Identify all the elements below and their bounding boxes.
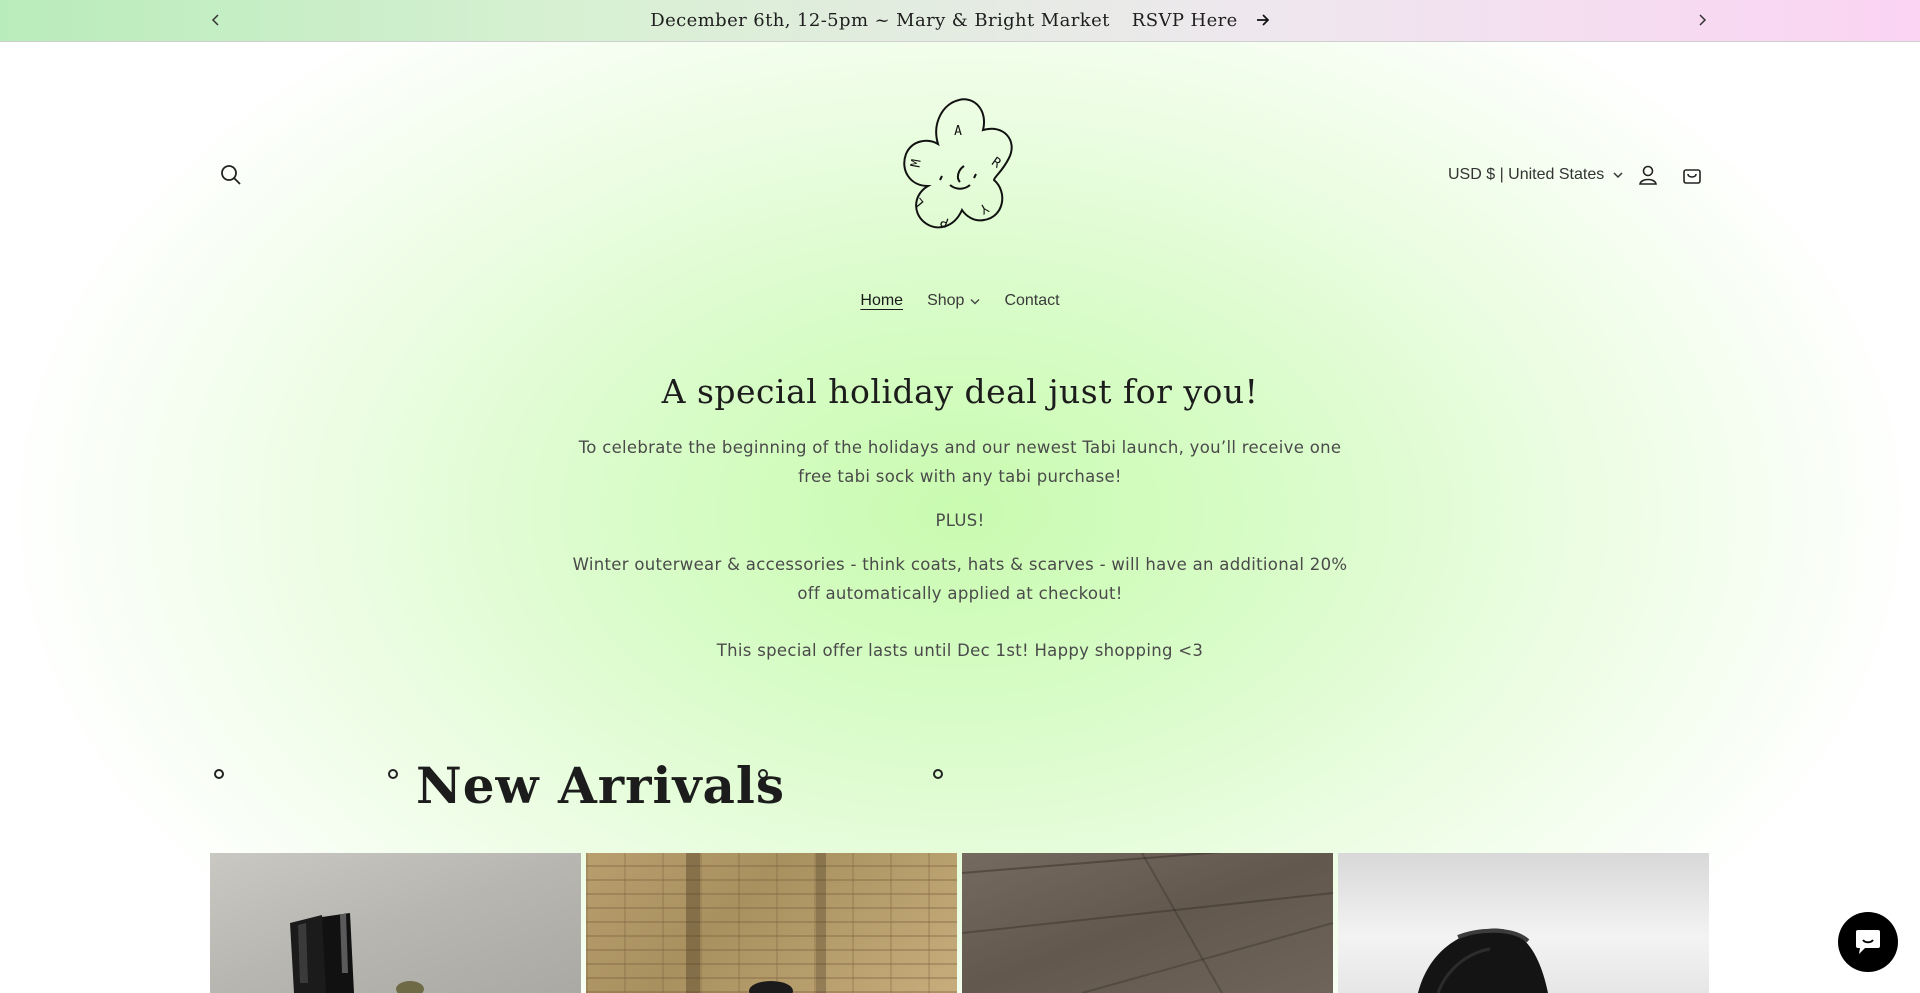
product-image-boots xyxy=(290,913,424,993)
chevron-down-icon xyxy=(970,292,980,310)
announcement-text: December 6th, 12-5pm ~ Mary & Bright Mar… xyxy=(650,10,1110,31)
product-card[interactable] xyxy=(962,853,1333,993)
site-logo[interactable]: A R Y P L M xyxy=(866,82,1052,268)
logo-letter-a: A xyxy=(954,124,962,139)
nav-item-contact[interactable]: Contact xyxy=(1004,292,1059,310)
arrow-right-icon xyxy=(1256,10,1270,31)
nav-shop-label: Shop xyxy=(927,292,965,309)
product-image-loafers xyxy=(1418,928,1548,993)
nav-item-home[interactable]: Home xyxy=(860,292,903,310)
promo-paragraph: To celebrate the beginning of the holida… xyxy=(578,438,1342,486)
site-header: A R Y P L M USD $ | United States Home S… xyxy=(0,42,1920,342)
logo-letter-p: P xyxy=(938,213,951,230)
product-image-brick xyxy=(686,853,826,993)
chat-bubble-icon[interactable] xyxy=(1838,912,1898,972)
cart-icon[interactable] xyxy=(1675,158,1709,192)
promo-offer-note: This special offer lasts until Dec 1st! … xyxy=(716,641,1204,660)
promo-plus: PLUS! xyxy=(935,511,985,530)
product-grid xyxy=(210,853,1710,993)
currency-label: USD $ | United States xyxy=(1448,166,1605,183)
logo-letter-l: L xyxy=(911,194,928,210)
product-card[interactable] xyxy=(210,853,581,993)
announcement-bar: December 6th, 12-5pm ~ Mary & Bright Mar… xyxy=(0,0,1920,42)
promo-section: A special holiday deal just for you! To … xyxy=(0,372,1920,665)
chevron-right-icon[interactable] xyxy=(1692,10,1712,30)
main-nav: Home Shop Contact xyxy=(0,292,1920,310)
promo-heading: A special holiday deal just for you! xyxy=(661,372,1259,411)
decorative-dot xyxy=(214,769,224,779)
account-icon[interactable] xyxy=(1631,158,1665,192)
product-card[interactable] xyxy=(586,853,957,993)
rsvp-link[interactable]: RSVP Here xyxy=(1132,10,1270,31)
nav-item-shop[interactable]: Shop xyxy=(927,292,980,310)
currency-selector[interactable]: USD $ | United States xyxy=(1448,163,1624,187)
decorative-dot xyxy=(933,769,943,779)
promo-paragraph: Winter outerwear & accessories - think c… xyxy=(572,555,1348,603)
decorative-dot xyxy=(758,769,768,779)
chevron-left-icon[interactable] xyxy=(206,10,226,30)
announcement-message[interactable]: December 6th, 12-5pm ~ Mary & Bright Mar… xyxy=(650,10,1269,31)
nav-home-label: Home xyxy=(860,292,904,309)
product-image-floor xyxy=(962,853,1333,993)
chevron-down-icon xyxy=(1612,166,1624,184)
logo-letter-m: M xyxy=(908,158,924,168)
decorative-dot xyxy=(388,769,398,779)
nav-contact-label: Contact xyxy=(1004,292,1060,309)
product-card[interactable] xyxy=(1338,853,1709,993)
logo-letter-y: Y xyxy=(976,200,990,217)
search-icon[interactable] xyxy=(214,158,248,192)
rsvp-label: RSVP Here xyxy=(1131,10,1238,31)
new-arrivals-heading: New Arrivals xyxy=(416,756,786,815)
